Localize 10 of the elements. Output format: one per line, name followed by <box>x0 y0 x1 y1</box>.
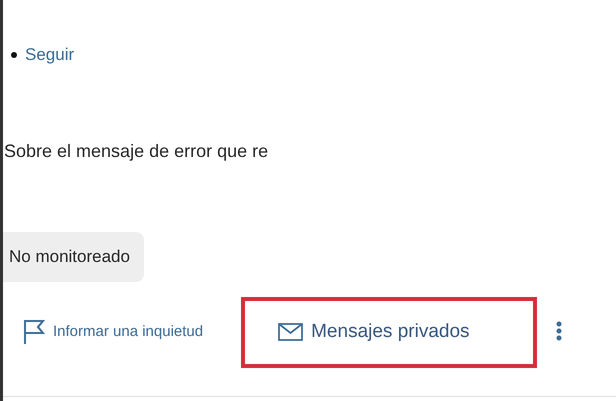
more-icon <box>556 321 562 341</box>
private-messages-button[interactable]: Mensajes privados <box>241 296 538 368</box>
message-text: Sobre el mensaje de error que re <box>4 140 270 163</box>
bullet-icon <box>11 52 17 58</box>
report-button[interactable]: Informar una inquietud <box>3 296 212 368</box>
flag-icon <box>23 319 45 345</box>
follow-link[interactable]: Seguir <box>25 42 74 68</box>
more-options-button[interactable] <box>555 321 564 343</box>
mail-icon <box>278 323 304 341</box>
status-badge: No monitoreado <box>3 232 144 282</box>
